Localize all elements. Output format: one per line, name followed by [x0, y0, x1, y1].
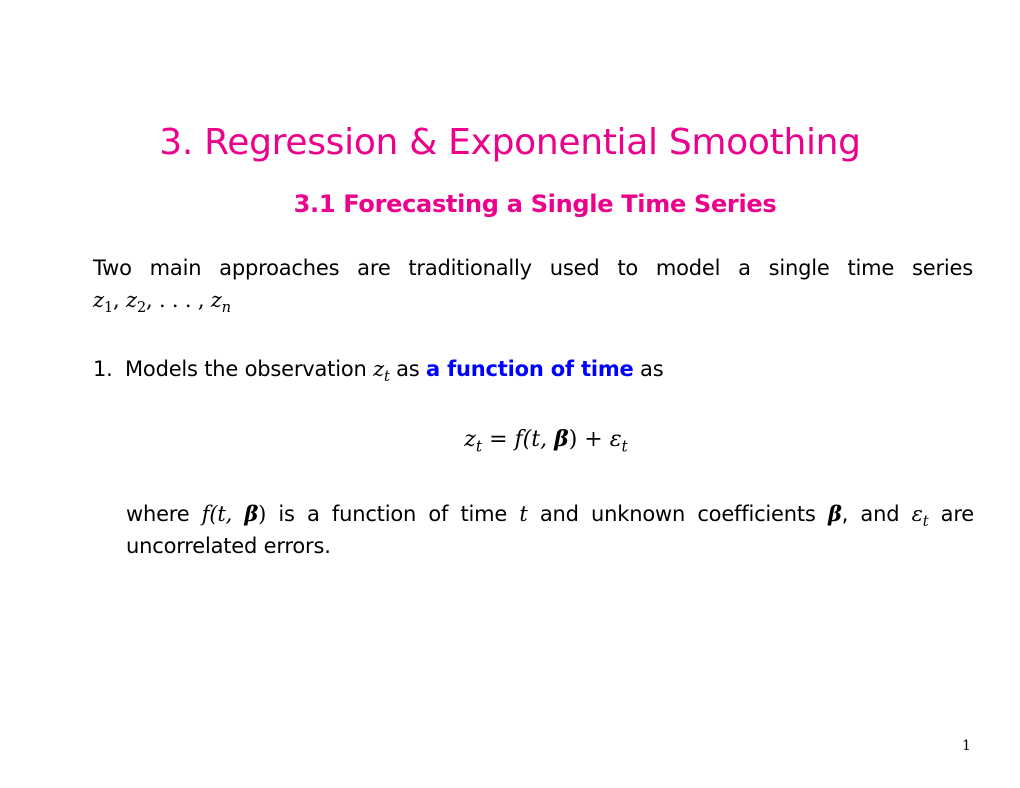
slide-title: 3. Regression & Exponential Smoothing — [159, 122, 861, 163]
equation: zt = f(t, β) + εt — [464, 426, 628, 456]
explanation-line2: uncorrelated errors. — [126, 534, 331, 558]
var-z: z — [373, 357, 384, 381]
list-item-1: 1. Models the observation zt as a functio… — [93, 357, 664, 386]
page-number: 1 — [962, 738, 971, 754]
explanation-paragraph: where f(t, β) is a function of time t an… — [126, 501, 975, 558]
list-number: 1. — [93, 357, 113, 381]
series-notation: z1, z2, . . . , zn — [93, 288, 231, 317]
highlight-phrase: a function of time — [426, 357, 634, 381]
intro-paragraph: Two main approaches are traditionally us… — [93, 252, 973, 316]
slide-subtitle: 3.1 Forecasting a Single Time Series — [293, 190, 777, 218]
intro-text: Two main approaches are traditionally us… — [93, 256, 973, 280]
